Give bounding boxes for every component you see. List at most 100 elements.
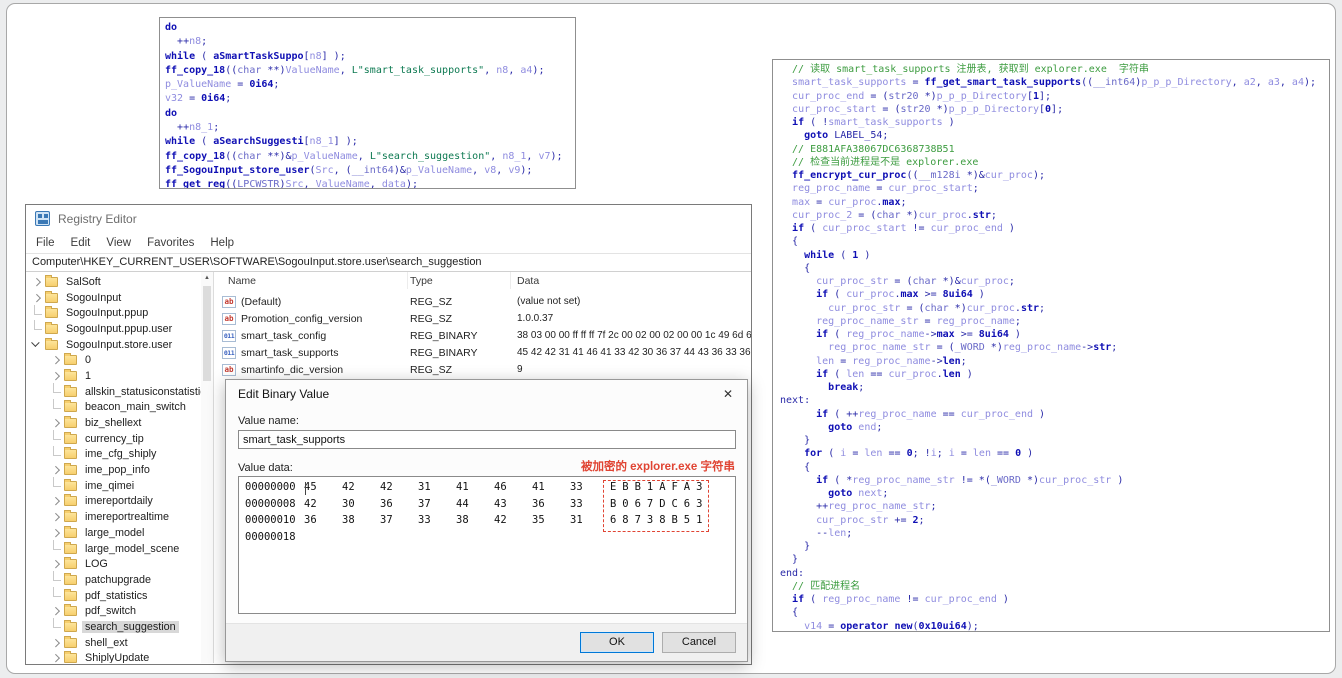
tree-item-search_suggestion[interactable]: search_suggestion xyxy=(26,618,213,635)
chevron-right-icon[interactable] xyxy=(49,354,62,367)
tree-item-large_model_scene[interactable]: large_model_scene xyxy=(26,540,213,557)
column-header-name[interactable]: Name xyxy=(214,272,408,289)
hex-byte[interactable]: 42 xyxy=(380,481,418,498)
chevron-right-icon[interactable] xyxy=(49,511,62,524)
hex-editor[interactable]: 00000000 45 42 42 31 41 46 41 33 E B B 1 A F A 3 00000008… xyxy=(238,476,736,614)
chevron-right-icon[interactable] xyxy=(30,275,43,288)
hex-byte[interactable]: 38 xyxy=(342,514,380,531)
hex-byte[interactable]: 42 xyxy=(494,514,532,531)
tree-item-patchupgrade[interactable]: patchupgrade xyxy=(26,571,213,588)
hex-byte[interactable]: 36 xyxy=(532,498,570,515)
tree-item-ShiplyUpdate[interactable]: ShiplyUpdate xyxy=(26,651,213,663)
hex-ascii-char[interactable]: 5 xyxy=(684,514,696,531)
hex-ascii-char[interactable]: 7 xyxy=(635,514,647,531)
hex-byte[interactable]: 33 xyxy=(418,514,456,531)
column-header-type[interactable]: Type xyxy=(408,272,511,289)
hex-byte[interactable]: 44 xyxy=(456,498,494,515)
menu-edit[interactable]: Edit xyxy=(63,235,99,251)
hex-ascii-char[interactable]: 3 xyxy=(696,498,708,515)
chevron-right-icon[interactable] xyxy=(49,464,62,477)
tree-item-pdf_switch[interactable]: pdf_switch xyxy=(26,603,213,619)
tree-item-currency_tip[interactable]: currency_tip xyxy=(26,430,213,447)
chevron-right-icon[interactable] xyxy=(30,291,43,304)
ok-button[interactable]: OK xyxy=(580,632,654,653)
chevron-right-icon[interactable] xyxy=(49,526,62,539)
cancel-button[interactable]: Cancel xyxy=(662,632,736,653)
hex-ascii-char[interactable]: 6 xyxy=(635,498,647,515)
tree-item-SogouInput[interactable]: SogouInput xyxy=(26,290,213,306)
hex-byte[interactable]: 37 xyxy=(380,514,418,531)
hex-byte[interactable]: 31 xyxy=(570,514,608,531)
hex-byte[interactable]: 35 xyxy=(532,514,570,531)
hex-ascii-char[interactable]: 3 xyxy=(696,481,708,498)
tree-item-imereportrealtime[interactable]: imereportrealtime xyxy=(26,509,213,525)
column-header-data[interactable]: Data xyxy=(511,272,751,289)
tree-item-0[interactable]: 0 xyxy=(26,352,213,368)
scrollbar-thumb[interactable] xyxy=(203,286,211,381)
hex-byte[interactable]: 41 xyxy=(456,481,494,498)
close-icon[interactable]: ✕ xyxy=(721,387,735,401)
hex-byte[interactable]: 38 xyxy=(456,514,494,531)
chevron-right-icon[interactable] xyxy=(49,417,62,430)
hex-ascii-char[interactable]: E xyxy=(610,481,622,498)
tree-item-shell_ext[interactable]: shell_ext xyxy=(26,635,213,651)
registry-value-row[interactable]: 011 smart_task_config REG_BINARY 38 03 00 0… xyxy=(214,327,751,344)
hex-byte[interactable]: 30 xyxy=(342,498,380,515)
hex-byte[interactable]: 36 xyxy=(304,514,342,531)
chevron-right-icon[interactable] xyxy=(49,369,62,382)
registry-value-row[interactable]: ab Promotion_config_version REG_SZ 1.0.0.37 xyxy=(214,310,751,327)
tree-item-beacon_main_switch[interactable]: beacon_main_switch xyxy=(26,398,213,416)
hex-byte[interactable]: 36 xyxy=(380,498,418,515)
tree-item-biz_shellext[interactable]: biz_shellext xyxy=(26,415,213,431)
hex-ascii-char[interactable]: D xyxy=(659,498,671,515)
hex-ascii-char[interactable]: 8 xyxy=(622,514,634,531)
chevron-right-icon[interactable] xyxy=(49,558,62,571)
tree-item-allskin_statusiconstatistics[interactable]: allskin_statusiconstatistics xyxy=(26,383,213,400)
hex-ascii-char[interactable]: 6 xyxy=(610,514,622,531)
tree-item-SogouInput.ppup.user[interactable]: SogouInput.ppup.user xyxy=(26,320,213,337)
hex-byte[interactable]: 42 xyxy=(342,481,380,498)
tree-item-SogouInput.store.user[interactable]: SogouInput.store.user xyxy=(26,337,213,353)
hex-byte[interactable]: 45 xyxy=(304,481,342,498)
hex-byte[interactable]: 37 xyxy=(418,498,456,515)
tree-scrollbar[interactable]: ▲ xyxy=(201,272,213,663)
menu-help[interactable]: Help xyxy=(202,235,242,251)
title-bar[interactable]: Registry Editor xyxy=(26,205,751,232)
tree-item-imereportdaily[interactable]: imereportdaily xyxy=(26,494,213,510)
hex-byte[interactable]: 31 xyxy=(418,481,456,498)
hex-ascii-char[interactable]: 1 xyxy=(696,514,708,531)
hex-ascii-char[interactable]: C xyxy=(671,498,683,515)
chevron-right-icon[interactable] xyxy=(49,652,62,663)
menu-favorites[interactable]: Favorites xyxy=(139,235,202,251)
hex-ascii-char[interactable]: B xyxy=(635,481,647,498)
address-bar[interactable]: Computer\HKEY_CURRENT_USER\SOFTWARE\Sogo… xyxy=(26,253,751,272)
hex-ascii-char[interactable]: B xyxy=(622,481,634,498)
hex-byte[interactable]: 46 xyxy=(494,481,532,498)
hex-byte[interactable]: 33 xyxy=(570,481,608,498)
hex-ascii-char[interactable]: 6 xyxy=(684,498,696,515)
hex-byte[interactable]: 33 xyxy=(570,498,608,515)
registry-value-row[interactable]: ab smartinfo_dic_version REG_SZ 9 xyxy=(214,361,751,378)
chevron-right-icon[interactable] xyxy=(49,636,62,649)
tree-item-SogouInput.ppup[interactable]: SogouInput.ppup xyxy=(26,304,213,321)
hex-ascii-char[interactable]: A xyxy=(659,481,671,498)
tree-item-ime_cfg_shiply[interactable]: ime_cfg_shiply xyxy=(26,445,213,463)
menu-view[interactable]: View xyxy=(98,235,139,251)
hex-ascii-char[interactable]: B xyxy=(610,498,622,515)
chevron-down-icon[interactable] xyxy=(30,338,43,351)
chevron-right-icon[interactable] xyxy=(49,605,62,618)
chevron-right-icon[interactable] xyxy=(49,495,62,508)
hex-ascii-char[interactable]: 8 xyxy=(659,514,671,531)
hex-ascii-char[interactable]: F xyxy=(671,481,683,498)
hex-ascii-char[interactable]: 7 xyxy=(647,498,659,515)
hex-ascii-char[interactable]: 0 xyxy=(622,498,634,515)
tree-item-large_model[interactable]: large_model xyxy=(26,525,213,541)
scrollbar-up-icon[interactable]: ▲ xyxy=(201,272,213,281)
registry-value-row[interactable]: 011 smart_task_supports REG_BINARY 45 42 42… xyxy=(214,344,751,361)
tree-item-ime_pop_info[interactable]: ime_pop_info xyxy=(26,462,213,478)
registry-value-row[interactable]: ab (Default) REG_SZ (value not set) xyxy=(214,293,751,310)
hex-ascii-char[interactable]: A xyxy=(684,481,696,498)
hex-ascii-char[interactable]: 1 xyxy=(647,481,659,498)
dialog-title-bar[interactable]: Edit Binary Value ✕ xyxy=(226,380,747,407)
hex-byte[interactable]: 41 xyxy=(532,481,570,498)
